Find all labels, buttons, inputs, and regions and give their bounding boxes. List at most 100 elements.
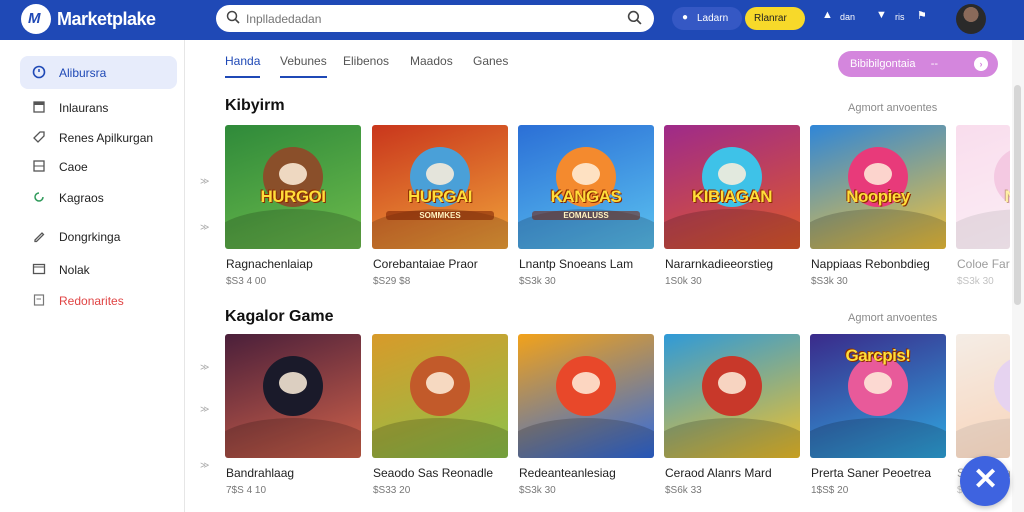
sidebar-item-inlaurans[interactable]: Inlaurans [20,91,177,124]
product-price: $S6k 33 [665,485,702,496]
product-thumbnail[interactable]: KANGAS EOMALUSS [518,125,654,249]
scroll-hint-icon: ≫ [200,222,210,232]
document-icon [33,294,45,306]
product-name[interactable]: Seaodo Sas Reonadle [373,466,493,480]
close-icon: ✕ [973,463,999,496]
refresh-icon [34,192,44,202]
game-art-title: HURGAI [407,187,473,206]
product-card[interactable]: Naaa Coloe Faru $S3k 30 [956,125,1010,295]
product-thumbnail[interactable]: Noopiey [810,125,946,249]
tab-elibenos[interactable]: Elibenos [343,54,389,76]
search-submit-icon[interactable] [627,10,642,25]
product-name[interactable]: Corebantaiae Praor [373,257,478,271]
scroll-hint-icon: ≫ [200,404,210,414]
product-name[interactable]: Ceraod Alanrs Mard [665,466,772,480]
sidebar-item-label: Alibursra [59,66,107,80]
scroll-hint-icon: ≫ [200,362,210,372]
product-thumbnail[interactable] [956,334,1010,458]
background-shape [956,209,1010,249]
section-title: Kibyirm [225,97,285,114]
background-shape [372,418,508,458]
game-art-subtitle: EOMALUSS [532,211,640,220]
product-name[interactable]: Nappiaas Rebonbdieg [811,257,930,271]
background-shape [956,418,1010,458]
cart-icon[interactable]: ▼ [876,9,887,21]
search-bar[interactable] [216,5,654,32]
product-thumbnail[interactable]: HURGOI [225,125,361,249]
character-face-shape [864,372,892,394]
character-face-shape [426,163,454,185]
scroll-hint-icon: ≫ [200,460,210,470]
sidebar-item-alibursra[interactable]: Alibursra [20,56,177,89]
product-thumbnail[interactable] [518,334,654,458]
sidebar-item-redonarites[interactable]: Redonarites [20,284,177,317]
background-shape [664,418,800,458]
logo-icon[interactable]: M [21,4,51,34]
scrollbar-thumb[interactable] [1014,85,1021,305]
product-price: $S3 4 00 [226,276,267,287]
search-icon [226,10,240,24]
game-art-title: KIBIAGAN [691,187,773,206]
product-thumbnail[interactable] [372,334,508,458]
game-art-title: KANGAS [550,187,622,206]
search-input[interactable] [246,9,626,28]
upgrade-button[interactable]: Rlanrar [745,7,805,30]
product-price: $S3k 30 [519,276,556,287]
product-name[interactable]: Redeanteanlesiag [519,466,616,480]
product-name[interactable]: Coloe Faru [957,257,1010,271]
background-shape [664,209,800,249]
character-shape [994,356,1010,416]
character-face-shape [718,163,746,185]
scroll-hint-icon: ≫ [200,176,210,186]
game-art-title: Noopiey [846,187,910,206]
cart-label: ris [895,12,905,22]
character-face-shape [572,372,600,394]
grid-icon [33,160,45,172]
product-name[interactable]: Prerta Saner Peoetrea [811,466,931,480]
background-shape [810,209,946,249]
product-price: $S3k 30 [519,485,556,496]
sidebar-item-caoe[interactable]: Caoe [20,150,177,183]
product-thumbnail[interactable] [664,334,800,458]
character-face-shape [572,163,600,185]
product-thumbnail[interactable]: KIBIAGAN [664,125,800,249]
game-art-title: Naaa [964,187,1010,207]
sidebar-item-label: Nolak [59,263,90,277]
sidebar-item-label: Inlaurans [59,101,109,115]
sidebar-item-kagraos[interactable]: Kagraos [20,181,177,214]
account-button[interactable]: ● Ladarn [672,7,742,30]
product-name[interactable]: Ragnachenlaiap [226,257,313,271]
notification-icon[interactable]: ▲ [822,9,833,21]
scrollbar[interactable] [1012,40,1024,512]
upgrade-button-label: Rlanrar [754,13,787,24]
sidebar-item-dongrkinga[interactable]: Dongrkinga [20,220,177,253]
avatar[interactable] [956,4,986,34]
close-fab-button[interactable]: ✕ [960,456,1010,506]
promo-button-label: Bibibilgontaia -- [850,58,939,70]
promo-button[interactable]: Bibibilgontaia -- › [838,51,998,77]
product-thumbnail[interactable] [225,334,361,458]
see-all-link[interactable]: Agmort anvoentes [848,312,937,324]
product-thumbnail[interactable]: HURGAI SOMMKES [372,125,508,249]
product-thumbnail[interactable]: Naaa [956,125,1010,249]
window-icon [32,263,46,275]
product-thumbnail[interactable]: Garcpis! [810,334,946,458]
character-face-shape [718,372,746,394]
product-name[interactable]: Lnantp Snoeans Lam [519,257,633,271]
product-name[interactable]: Nararnkadieeorstieg [665,257,773,271]
game-art-subtitle: SOMMKES [386,211,494,220]
app-name[interactable]: Marketplake [57,9,156,30]
tab-maados[interactable]: Maados [410,54,453,76]
tab-vebunes[interactable]: Vebunes [280,54,327,78]
product-name[interactable]: Bandrahlaag [226,466,294,480]
game-art-title: HURGOI [260,187,327,206]
sidebar-item-nolak[interactable]: Nolak [20,253,177,286]
see-all-link[interactable]: Agmort anvoentes [848,102,937,114]
sidebar-item-label: Renes Apilkurgan [59,131,154,145]
tab-handa[interactable]: Handa [225,54,261,78]
chevron-icon: › [974,57,988,71]
section-title: Kagalor Game [225,308,334,325]
background-shape [225,418,361,458]
tab-ganes[interactable]: Ganes [473,54,508,76]
flag-icon[interactable]: ⚑ [917,9,927,22]
